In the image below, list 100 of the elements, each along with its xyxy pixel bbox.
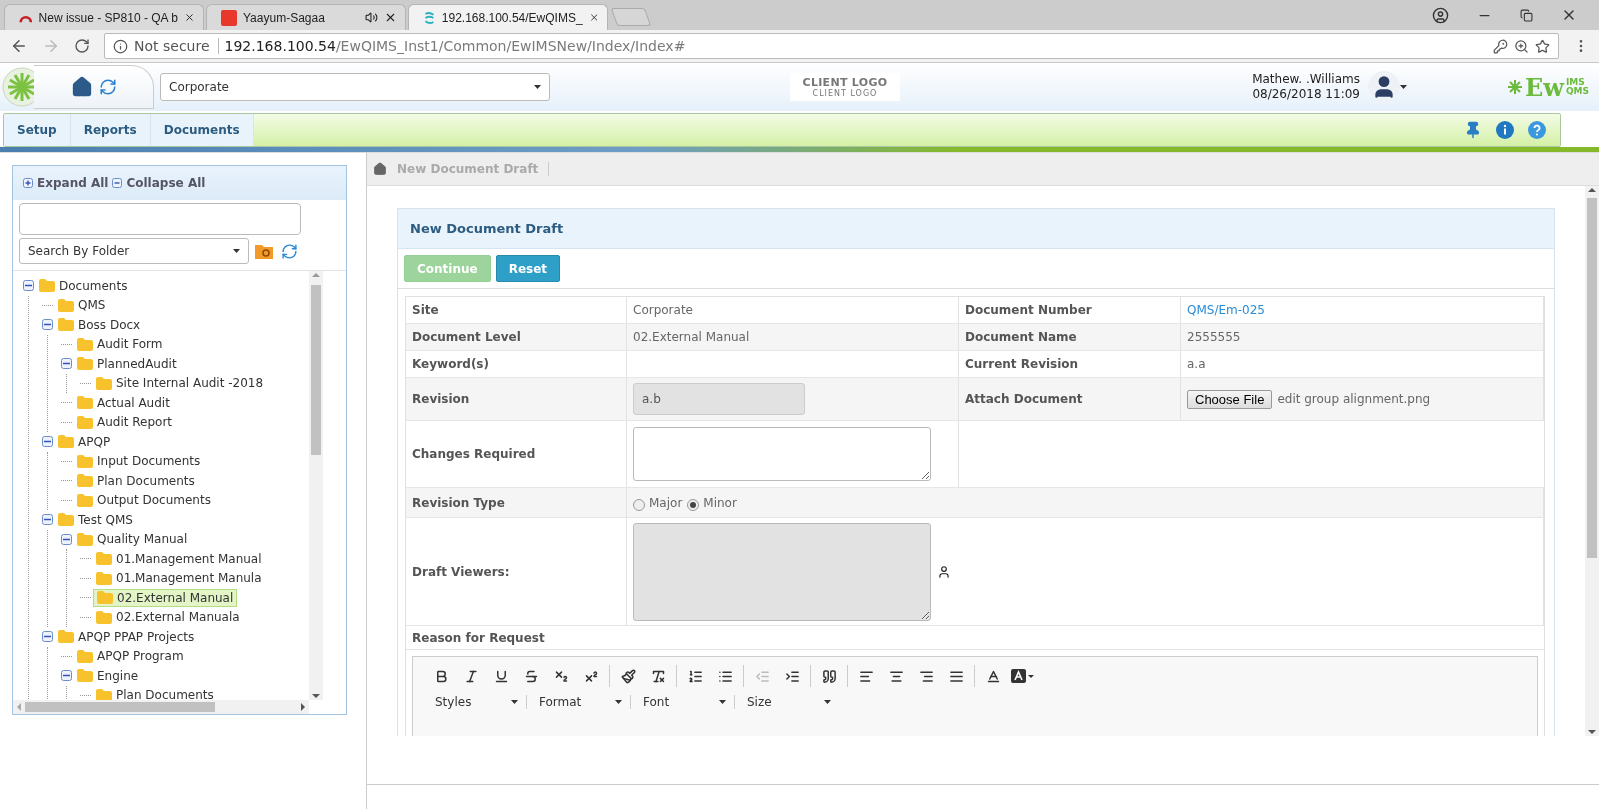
- search-field[interactable]: [19, 203, 301, 235]
- radio-button[interactable]: [633, 498, 645, 511]
- zoom-icon[interactable]: [1514, 38, 1529, 54]
- editor-dropdown[interactable]: Font: [631, 695, 735, 709]
- scrollbar[interactable]: [1585, 186, 1599, 736]
- tree-item[interactable]: Audit Form: [74, 336, 166, 353]
- caret-icon: [1399, 85, 1407, 89]
- caret-icon: [534, 85, 541, 89]
- tree-item[interactable]: APQP PPAP Projects: [55, 628, 198, 645]
- collapse-toggle-icon[interactable]: [23, 280, 34, 292]
- pin-icon[interactable]: [1464, 121, 1482, 139]
- site-select[interactable]: Corporate: [160, 73, 550, 101]
- menu-item[interactable]: Setup: [4, 114, 71, 146]
- tree-item[interactable]: Plan Documents: [93, 687, 217, 700]
- home-icon[interactable]: [373, 162, 387, 176]
- info-icon[interactable]: [1496, 121, 1514, 139]
- address-bar[interactable]: Not secure 192.168.100.54/EwQIMS_Inst1/Common/EwIMSNew/Index/Index#: [104, 33, 1559, 59]
- editor-dropdown[interactable]: Format: [527, 695, 631, 709]
- browser-tab[interactable]: 192.168.100.54/EwQIMS_: [408, 4, 608, 30]
- editor-dropdown[interactable]: Styles: [423, 695, 527, 709]
- help-icon[interactable]: [1528, 121, 1546, 139]
- scrollbar[interactable]: [13, 700, 309, 714]
- collapse-toggle-icon[interactable]: [61, 358, 72, 370]
- collapse-toggle-icon[interactable]: [61, 533, 72, 545]
- folder-icon: [77, 669, 93, 683]
- restore-icon[interactable]: [1520, 8, 1533, 22]
- scroll-down-icon[interactable]: [1588, 728, 1596, 736]
- document-number-link[interactable]: QMS/Em-025: [1187, 303, 1265, 317]
- bookmark-star-icon[interactable]: [1535, 38, 1550, 54]
- tree-item[interactable]: Boss Docx: [55, 316, 144, 333]
- folder-icon: [58, 513, 74, 527]
- dropdown-label: Font: [643, 695, 670, 709]
- folder-icon: [58, 318, 74, 332]
- tree-item[interactable]: Input Documents: [74, 453, 204, 470]
- folder-icon: [96, 552, 112, 566]
- tree-item[interactable]: Output Documents: [74, 492, 214, 509]
- tree-item[interactable]: PlannedAudit: [74, 355, 180, 372]
- collapse-toggle-icon[interactable]: [42, 631, 53, 643]
- avatar[interactable]: [1367, 71, 1400, 103]
- tree-item[interactable]: QMS: [55, 297, 109, 314]
- browser-tab[interactable]: Yaayum-Sagaa: [206, 4, 406, 30]
- tree-item[interactable]: 01.Management Manula: [93, 570, 265, 587]
- field-label: Document Name: [965, 330, 1077, 344]
- tree-item[interactable]: Actual Audit: [74, 394, 173, 411]
- dropdown-label: Size: [747, 695, 772, 709]
- field-label: Changes Required: [412, 447, 536, 461]
- file-name: edit group alignment.png: [1277, 392, 1431, 406]
- key-icon[interactable]: [1493, 38, 1508, 54]
- caret-icon: [511, 700, 518, 704]
- folder-icon: [77, 493, 93, 507]
- folder-search-icon[interactable]: [255, 243, 275, 259]
- editor-dropdown[interactable]: Size: [735, 695, 839, 709]
- tree-item[interactable]: APQP: [55, 433, 114, 450]
- tree-item[interactable]: 01.Management Manual: [93, 550, 265, 567]
- field-label: Revision Type: [412, 495, 505, 510]
- tree-item[interactable]: 02.External Manual: [93, 588, 238, 607]
- search-by-select[interactable]: Search By Folder: [19, 238, 249, 264]
- radio-button[interactable]: [687, 498, 700, 511]
- collapse-toggle-icon[interactable]: [42, 514, 53, 526]
- refresh-icon[interactable]: [98, 78, 117, 96]
- collapse-all-link[interactable]: Collapse All: [126, 176, 206, 190]
- scroll-down-icon[interactable]: [312, 692, 320, 700]
- reload-icon[interactable]: [74, 38, 90, 54]
- collapse-toggle-icon[interactable]: [61, 670, 72, 682]
- refresh-icon[interactable]: [281, 242, 298, 260]
- collapse-toggle-icon[interactable]: [42, 319, 53, 331]
- folder-icon: [77, 337, 93, 351]
- folder-icon: [58, 435, 74, 449]
- tree-item[interactable]: 02.External Manuala: [93, 609, 243, 626]
- close-icon[interactable]: [183, 11, 195, 24]
- browser-tab[interactable]: New issue - SP810 - QA b: [4, 4, 204, 30]
- favicon: [221, 9, 237, 26]
- tree-item[interactable]: Test QMS: [55, 511, 136, 528]
- home-icon[interactable]: [70, 76, 93, 98]
- choose-file-button[interactable]: Choose File: [1187, 389, 1273, 409]
- close-icon[interactable]: [384, 11, 397, 24]
- client-logo: CLIENT LOGO CLIENT LOGO: [790, 73, 900, 101]
- field-label: Document Number: [965, 303, 1092, 317]
- tree-item[interactable]: Documents: [36, 277, 131, 294]
- field-label: Keyword(s): [412, 357, 489, 371]
- expand-all-link[interactable]: Expand All: [37, 176, 109, 190]
- scrollbar[interactable]: [309, 271, 323, 700]
- date-time: 08/26/2018 11:09: [1252, 87, 1360, 102]
- caret-icon: [233, 249, 240, 253]
- folder-icon: [58, 630, 74, 644]
- field-label: Site: [412, 303, 439, 317]
- dropdown-label: Format: [539, 695, 582, 709]
- url-text: 192.168.100.54/EwQIMS_Inst1/Common/EwIMSNew/Index/Index#: [224, 38, 687, 54]
- tree-item[interactable]: Audit Report: [74, 414, 176, 431]
- folder-icon: [96, 571, 112, 585]
- tree-item[interactable]: Site Internal Audit -2018: [93, 375, 267, 392]
- menu-item[interactable]: Reports: [70, 114, 151, 146]
- tree-item[interactable]: Engine: [74, 667, 142, 684]
- collapse-toggle-icon[interactable]: [42, 436, 53, 448]
- profile-icon[interactable]: [1432, 6, 1449, 24]
- menu-item[interactable]: Documents: [150, 114, 254, 146]
- tree-item[interactable]: APQP Program: [74, 648, 187, 665]
- tree-item[interactable]: Quality Manual: [74, 531, 191, 548]
- tree-item[interactable]: Plan Documents: [74, 472, 198, 489]
- back-icon[interactable]: [10, 37, 28, 55]
